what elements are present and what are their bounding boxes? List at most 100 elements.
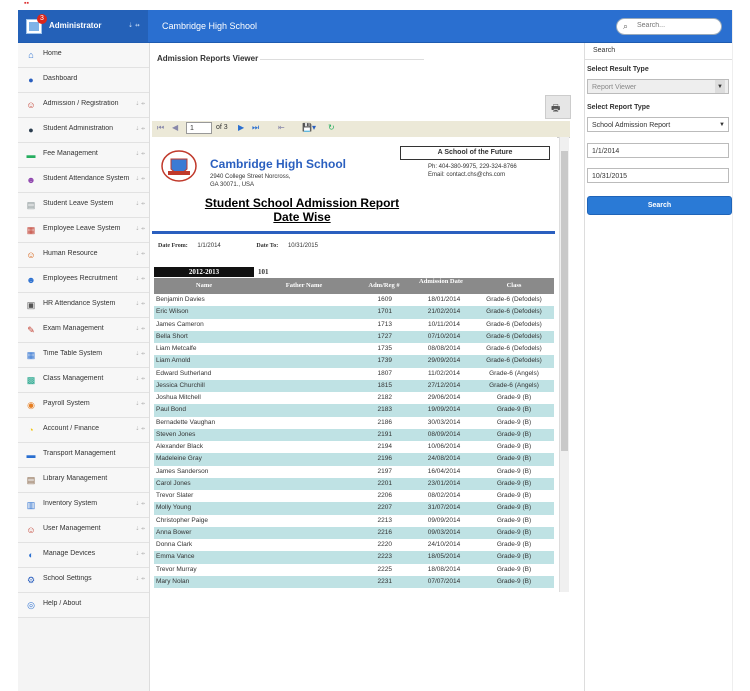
- sidebar-item-dashboard[interactable]: ● Dashboard: [18, 68, 149, 93]
- report-title-line2: Date Wise: [273, 210, 331, 224]
- sidebar-item-time-table-system[interactable]: ▦ Time Table System ⇣ ⇸: [18, 343, 149, 368]
- cell-adm-reg: 2213: [377, 516, 392, 524]
- cell-adm-reg: 2186: [377, 418, 392, 426]
- sidebar-item-exam-management[interactable]: ✎ Exam Management ⇣ ⇸: [18, 318, 149, 343]
- date-to-field[interactable]: 10/31/2015: [587, 168, 729, 183]
- sidebar-item-fee-management[interactable]: ▬ Fee Management ⇣ ⇸: [18, 143, 149, 168]
- expand-arrows-icon[interactable]: ⇣ ⇸: [135, 101, 145, 107]
- hr-icon: ☺: [26, 250, 36, 260]
- sidebar-item-manage-devices[interactable]: ◐ Manage Devices ⇣ ⇸: [18, 543, 149, 568]
- home-icon: ⌂: [28, 50, 34, 60]
- sidebar-item-admission-registration[interactable]: ☺ Admission / Registration ⇣ ⇸: [18, 93, 149, 118]
- result-type-select[interactable]: Report Viewer ▼: [587, 79, 729, 94]
- sidebar-item-payroll-system[interactable]: ◉ Payroll System ⇣ ⇸: [18, 393, 149, 418]
- sidebar-item-inventory-system[interactable]: ▥ Inventory System ⇣ ⇸: [18, 493, 149, 518]
- hr-attendance-icon: ▣: [26, 300, 36, 310]
- sidebar-item-account-finance[interactable]: ◔ Account / Finance ⇣ ⇸: [18, 418, 149, 443]
- cell-name: Anna Bower: [156, 528, 192, 536]
- date-from-value: 1/1/2014: [197, 243, 221, 249]
- collapse-arrows-icon[interactable]: ⇣ ⇸: [128, 22, 140, 29]
- sidebar-item-home[interactable]: ⌂ Home: [18, 43, 149, 68]
- sidebar-item-label: Student Administration: [43, 125, 114, 132]
- expand-arrows-icon[interactable]: ⇣ ⇸: [135, 126, 145, 132]
- cell-class: Grade-6 (Defodels): [486, 308, 542, 316]
- admin-panel[interactable]: 3 Administrator ⇣ ⇸: [18, 10, 148, 42]
- sidebar-item-school-settings[interactable]: ⚙ School Settings ⇣ ⇸: [18, 568, 149, 593]
- col-class: Class: [506, 282, 522, 289]
- cell-admission-date: 09/09/2014: [427, 516, 461, 524]
- sidebar-item-label: Help / About: [43, 600, 82, 607]
- leave-icon: ▤: [26, 200, 36, 210]
- date-from-field[interactable]: 1/1/2014: [587, 143, 729, 158]
- brand-mark: ▪▪: [24, 0, 29, 7]
- title-divider: [260, 59, 424, 60]
- sidebar-item-library-management[interactable]: ▤ Library Management: [18, 468, 149, 493]
- expand-arrows-icon[interactable]: ⇣ ⇸: [135, 251, 145, 257]
- sidebar-item-employees-recruitment[interactable]: ☻ Employees Recruitment ⇣ ⇸: [18, 268, 149, 293]
- cell-admission-date: 10/11/2014: [427, 320, 461, 328]
- cell-class: Grade-6 (Defodels): [486, 357, 542, 365]
- report-contact: Ph: 404-380-9975, 229-324-8766 Email: co…: [428, 163, 517, 179]
- sidebar-item-class-management[interactable]: ▩ Class Management ⇣ ⇸: [18, 368, 149, 393]
- sidebar-item-student-leave-system[interactable]: ▤ Student Leave System ⇣ ⇸: [18, 193, 149, 218]
- sidebar-item-transport-management[interactable]: ▬ Transport Management: [18, 443, 149, 468]
- export-icon[interactable]: 💾▾: [302, 123, 316, 132]
- expand-arrows-icon[interactable]: ⇣ ⇸: [135, 301, 145, 307]
- expand-arrows-icon[interactable]: ⇣ ⇸: [135, 226, 145, 232]
- expand-arrows-icon[interactable]: ⇣ ⇸: [135, 551, 145, 557]
- scrollbar-thumb[interactable]: [561, 151, 568, 451]
- admission-icon: ☺: [26, 100, 36, 110]
- sidebar-item-label: Employees Recruitment: [43, 275, 118, 282]
- sidebar-item-student-attendance-system[interactable]: ☻ Student Attendance System ⇣ ⇸: [18, 168, 149, 193]
- refresh-icon[interactable]: ↻: [328, 123, 335, 132]
- expand-arrows-icon[interactable]: ⇣ ⇸: [135, 501, 145, 507]
- back-icon[interactable]: ⇤: [278, 123, 285, 132]
- print-button[interactable]: 🖶: [545, 95, 571, 119]
- cell-adm-reg: 2182: [377, 394, 392, 401]
- session-year: 2012-2013: [154, 267, 254, 277]
- sidebar-item-help-about[interactable]: ◎ Help / About: [18, 593, 149, 618]
- global-search[interactable]: ⌕: [616, 18, 722, 35]
- expand-arrows-icon[interactable]: ⇣ ⇸: [135, 276, 145, 282]
- cell-adm-reg: 2194: [377, 443, 392, 450]
- expand-arrows-icon[interactable]: ⇣ ⇸: [135, 201, 145, 207]
- expand-arrows-icon[interactable]: ⇣ ⇸: [135, 326, 145, 332]
- next-page-icon[interactable]: ▶: [238, 123, 244, 132]
- last-page-icon[interactable]: ⏭: [252, 123, 259, 133]
- cell-admission-date: 16/04/2014: [427, 467, 461, 475]
- sidebar-item-label: Manage Devices: [43, 550, 96, 557]
- sidebar-item-label: Transport Management: [43, 450, 116, 457]
- sidebar-item-label: Payroll System: [43, 400, 90, 407]
- admin-label[interactable]: Administrator: [49, 21, 101, 30]
- expand-arrows-icon[interactable]: ⇣ ⇸: [135, 376, 145, 382]
- expand-arrows-icon[interactable]: ⇣ ⇸: [135, 401, 145, 407]
- first-page-icon[interactable]: ⏮: [157, 123, 164, 133]
- expand-arrows-icon[interactable]: ⇣ ⇸: [135, 176, 145, 182]
- cell-adm-reg: 1609: [377, 296, 392, 303]
- cell-name: Edward Sutherland: [156, 369, 212, 377]
- expand-arrows-icon[interactable]: ⇣ ⇸: [135, 426, 145, 432]
- table-row: Trevor Slater 2206 08/02/2014 Grade-9 (B): [154, 490, 554, 502]
- notification-badge[interactable]: 3: [37, 14, 47, 24]
- search-input[interactable]: [635, 21, 719, 30]
- expand-arrows-icon[interactable]: ⇣ ⇸: [135, 526, 145, 532]
- cell-admission-date: 29/09/2014: [427, 357, 461, 365]
- page-scrollbar[interactable]: [732, 10, 750, 691]
- report-type-select[interactable]: School Admission Report ▼: [587, 117, 729, 132]
- prev-page-icon[interactable]: ◀: [172, 123, 178, 132]
- library-icon: ▤: [26, 475, 36, 485]
- sidebar-item-human-resource[interactable]: ☺ Human Resource ⇣ ⇸: [18, 243, 149, 268]
- school-logo: [161, 150, 197, 182]
- table-row: Bernadette Vaughan 2186 30/03/2014 Grade-9 …: [154, 417, 554, 429]
- report-scrollbar[interactable]: [559, 137, 569, 592]
- expand-arrows-icon[interactable]: ⇣ ⇸: [135, 151, 145, 157]
- sidebar-item-student-administration[interactable]: ● Student Administration ⇣ ⇸: [18, 118, 149, 143]
- sidebar-item-employee-leave-system[interactable]: ▦ Employee Leave System ⇣ ⇸: [18, 218, 149, 243]
- search-button[interactable]: Search: [587, 196, 732, 215]
- sidebar-item-user-management[interactable]: ☺ User Management ⇣ ⇸: [18, 518, 149, 543]
- expand-arrows-icon[interactable]: ⇣ ⇸: [135, 351, 145, 357]
- sidebar-item-hr-attendance-system[interactable]: ▣ HR Attendance System ⇣ ⇸: [18, 293, 149, 318]
- page-number-input[interactable]: 1: [186, 122, 212, 134]
- cell-name: Liam Arnold: [156, 357, 191, 365]
- expand-arrows-icon[interactable]: ⇣ ⇸: [135, 576, 145, 582]
